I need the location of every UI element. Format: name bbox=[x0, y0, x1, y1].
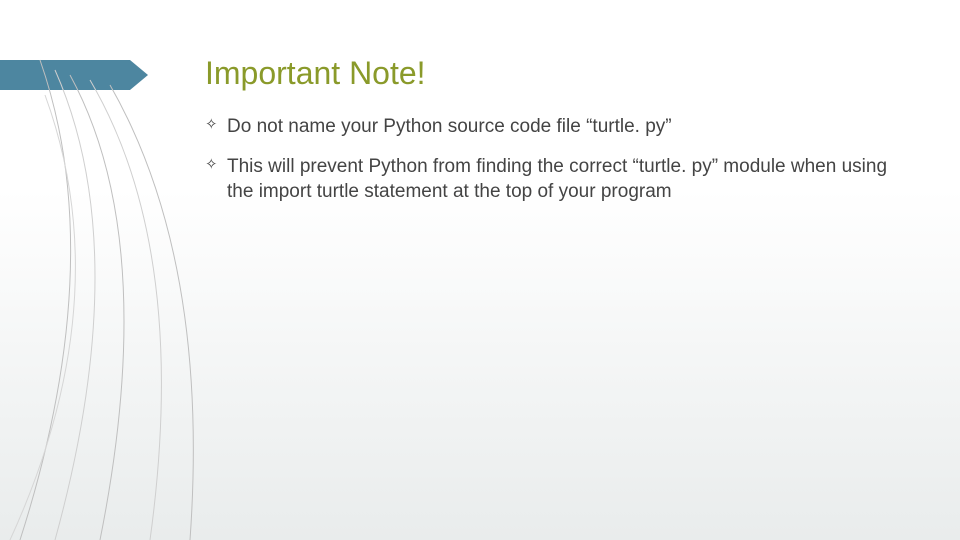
slide-content: Important Note! Do not name your Python … bbox=[205, 55, 905, 219]
slide-title: Important Note! bbox=[205, 55, 905, 92]
list-item: This will prevent Python from finding th… bbox=[205, 154, 905, 205]
accent-arrow-icon bbox=[130, 60, 148, 90]
bullet-list: Do not name your Python source code file… bbox=[205, 114, 905, 205]
accent-bar bbox=[0, 60, 130, 90]
list-item: Do not name your Python source code file… bbox=[205, 114, 905, 140]
